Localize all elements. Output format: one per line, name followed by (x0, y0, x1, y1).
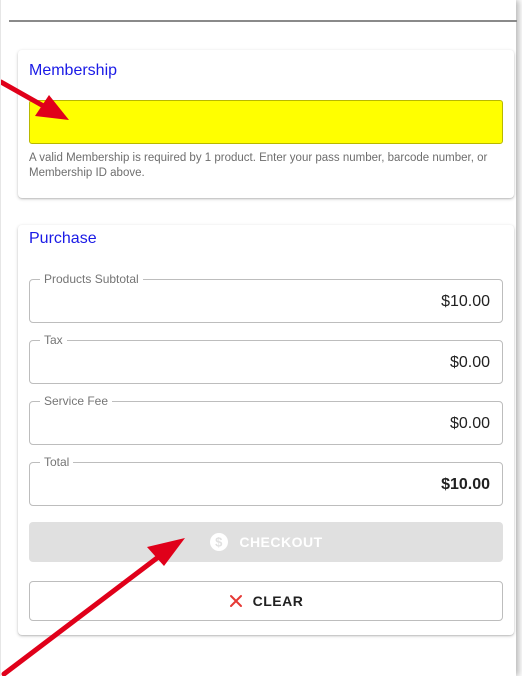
field-value: $10.00 (441, 476, 490, 493)
membership-input[interactable] (29, 100, 503, 144)
total-field: Total $10.00 (29, 455, 503, 506)
field-value: $0.00 (449, 415, 490, 432)
membership-card: Membership A valid Membership is require… (18, 50, 514, 198)
dollar-circle-icon: $ (209, 532, 229, 552)
field-value: $0.00 (449, 354, 490, 371)
field-label: Products Subtotal (40, 272, 143, 286)
field-label: Total (40, 455, 74, 469)
field-label: Service Fee (40, 394, 113, 408)
purchase-title: Purchase (29, 230, 97, 247)
divider (9, 20, 517, 22)
checkout-panel: Membership A valid Membership is require… (0, 0, 517, 676)
tax-field: Tax $0.00 (29, 333, 503, 384)
field-label: Tax (40, 333, 67, 347)
field-value: $10.00 (441, 293, 490, 310)
membership-title: Membership (29, 62, 118, 79)
clear-button[interactable]: CLEAR (29, 581, 503, 621)
membership-helper-text: A valid Membership is required by 1 prod… (29, 152, 488, 179)
checkout-button[interactable]: $ CHECKOUT (29, 522, 503, 562)
service-fee-field: Service Fee $0.00 (29, 394, 503, 445)
products-subtotal-field: Products Subtotal $10.00 (29, 272, 503, 323)
checkout-label: CHECKOUT (239, 534, 323, 550)
purchase-card: Purchase Products Subtotal $10.00 Tax $0… (18, 225, 514, 635)
svg-text:$: $ (215, 535, 223, 550)
close-x-icon (229, 594, 243, 608)
clear-label: CLEAR (252, 593, 304, 609)
